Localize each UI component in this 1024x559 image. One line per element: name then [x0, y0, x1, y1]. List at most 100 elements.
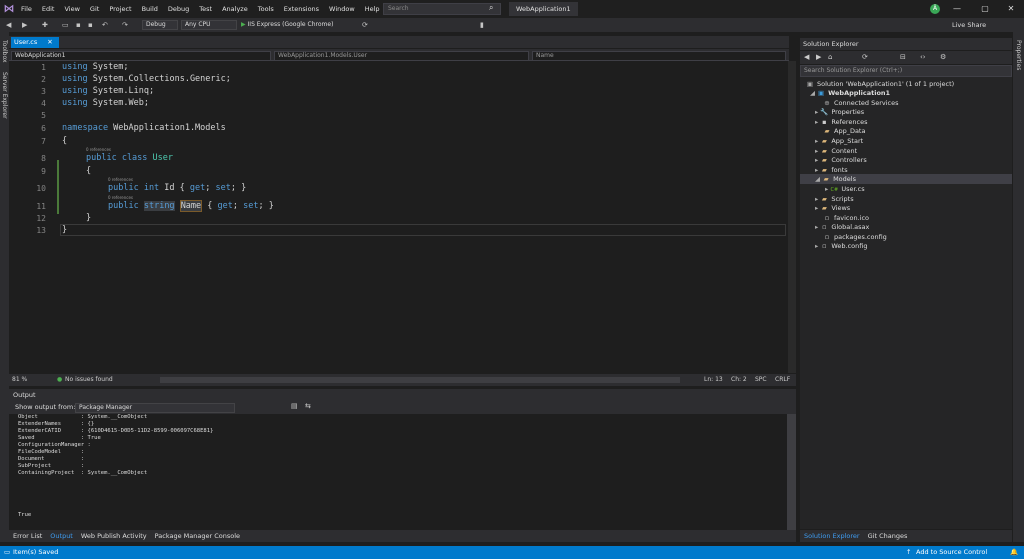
tab-output[interactable]: Output	[46, 530, 77, 542]
menu-edit[interactable]: Edit	[37, 0, 60, 18]
output-text[interactable]: Object : System.__ComObject ExtenderName…	[9, 414, 787, 530]
config-select[interactable]: Debug	[142, 20, 178, 30]
menu-tools[interactable]: Tools	[253, 0, 279, 18]
tree-item-controllers[interactable]: ▸ ▰ Controllers	[815, 155, 867, 165]
tree-item-global-asax[interactable]: ▸ ▫ Global.asax	[815, 222, 869, 232]
code-line: using System;	[62, 62, 129, 72]
right-tool-tabs: Properties	[1013, 32, 1024, 542]
add-to-source-control-button[interactable]: Add to Source Control	[916, 546, 987, 559]
show-output-label: Show output from:	[15, 403, 76, 411]
output-scrollbar[interactable]	[787, 414, 796, 530]
home-icon[interactable]: ⌂	[828, 53, 832, 61]
solution-explorer-search-input[interactable]: Search Solution Explorer (Ctrl+;)	[800, 65, 1012, 77]
notifications-icon[interactable]: 🔔	[1010, 546, 1018, 559]
source-control-arrow-icon: ↑	[906, 548, 912, 556]
editor-horizontal-scrollbar[interactable]	[160, 377, 680, 383]
change-indicator	[57, 160, 59, 214]
save-icon[interactable]: ▪	[76, 20, 81, 30]
code-view-icon[interactable]: ‹›	[920, 53, 926, 61]
output-toolbar: Show output from: Package Manager ▤ ⇆	[9, 401, 796, 414]
codelens-references[interactable]: 0 references	[108, 177, 133, 182]
tab-git-changes[interactable]: Git Changes	[864, 530, 912, 542]
bookmark-icon[interactable]: ▮	[480, 20, 484, 30]
menu-git[interactable]: Git	[85, 0, 104, 18]
new-project-icon[interactable]: ✚	[42, 20, 48, 30]
save-all-icon[interactable]: ▪	[88, 20, 93, 30]
menu-file[interactable]: File	[16, 0, 37, 18]
code-line: public string Name { get; set; }	[108, 200, 274, 212]
word-wrap-icon[interactable]: ⇆	[305, 402, 311, 410]
spacing-indicator[interactable]: SPC	[755, 374, 767, 386]
tree-item-project[interactable]: ◢ ▣ WebApplication1	[810, 88, 890, 98]
tab-web-publish-activity[interactable]: Web Publish Activity	[77, 530, 151, 542]
code-line: using System.Web;	[62, 98, 150, 108]
properties-tab[interactable]: Properties	[1015, 40, 1022, 70]
clear-output-icon[interactable]: ▤	[291, 402, 298, 410]
maximize-icon[interactable]: ▢	[972, 0, 998, 18]
tab-user-cs[interactable]: User.cs ✕	[11, 37, 59, 48]
search-input[interactable]: Search	[383, 3, 501, 15]
tab-solution-explorer[interactable]: Solution Explorer	[800, 530, 864, 542]
code-line: public int Id { get; set; }	[108, 183, 247, 193]
menu-test[interactable]: Test	[194, 0, 217, 18]
tree-item-app-start[interactable]: ▸ ▰ App_Start	[815, 136, 863, 146]
folder-icon: ▰	[821, 156, 827, 164]
back-icon[interactable]: ◀	[804, 53, 809, 61]
tree-item-web-config[interactable]: ▸ ▫ Web.config	[815, 241, 867, 251]
line-number: 1	[41, 63, 46, 72]
menu-window[interactable]: Window	[324, 0, 360, 18]
tab-package-manager-console[interactable]: Package Manager Console	[151, 530, 244, 542]
code-line: }	[86, 213, 92, 223]
member-nav-select[interactable]: Name	[532, 51, 786, 61]
output-source-select[interactable]: Package Manager	[75, 403, 235, 413]
tree-item-models[interactable]: ◢ ▰ Models	[800, 174, 1012, 184]
editor-vertical-scrollbar[interactable]	[788, 61, 796, 373]
class-nav-select[interactable]: WebApplication1.Models.User	[274, 51, 529, 61]
menu-project[interactable]: Project	[104, 0, 136, 18]
tree-item-views[interactable]: ▸ ▰ Views	[815, 203, 850, 213]
refresh-icon[interactable]: ⟳	[362, 20, 368, 30]
run-button[interactable]: ▶ IIS Express (Google Chrome)	[241, 20, 333, 30]
toolbox-tab[interactable]: Toolbox	[1, 40, 8, 63]
refresh-icon[interactable]: ⟳	[862, 53, 868, 61]
output-title: Output	[13, 391, 36, 399]
minimize-icon[interactable]: —	[944, 0, 970, 18]
zoom-level[interactable]: 81 %	[12, 374, 27, 386]
menu-view[interactable]: View	[59, 0, 84, 18]
tab-error-list[interactable]: Error List	[9, 530, 46, 542]
no-issues-icon: ●	[57, 376, 63, 383]
menu-analyze[interactable]: Analyze	[217, 0, 253, 18]
code-line: using System.Collections.Generic;	[62, 74, 231, 84]
file-icon: ▫	[822, 223, 827, 231]
close-icon[interactable]: ✕	[998, 0, 1024, 18]
codelens-references[interactable]: 0 references	[108, 195, 133, 200]
issues-status[interactable]: No issues found	[65, 374, 113, 386]
left-tool-tabs: Toolbox Server Explorer	[0, 32, 9, 542]
platform-select[interactable]: Any CPU	[181, 20, 237, 30]
back-icon[interactable]: ◀	[6, 20, 11, 30]
menu-debug[interactable]: Debug	[163, 0, 194, 18]
project-nav-select[interactable]: WebApplication1	[11, 51, 271, 61]
close-tab-icon[interactable]: ✕	[47, 38, 52, 46]
live-share-button[interactable]: Live Share	[952, 18, 986, 32]
forward-icon[interactable]: ▶	[816, 53, 821, 61]
search-icon[interactable]: ⌕	[489, 3, 493, 13]
collapse-all-icon[interactable]: ⊟	[900, 53, 906, 61]
line-number: 2	[41, 75, 46, 84]
menu-help[interactable]: Help	[360, 0, 385, 18]
line-ending-indicator[interactable]: CRLF	[775, 374, 790, 386]
open-icon[interactable]: ▭	[62, 20, 69, 30]
server-explorer-tab[interactable]: Server Explorer	[1, 72, 8, 119]
codelens-references[interactable]: 0 references	[86, 147, 111, 152]
avatar[interactable]: Ä	[930, 4, 940, 14]
undo-icon[interactable]: ↶	[102, 20, 108, 30]
menu-build[interactable]: Build	[137, 0, 163, 18]
forward-icon[interactable]: ▶	[22, 20, 27, 30]
tree-item-app-data[interactable]: ▰ App_Data	[823, 126, 866, 136]
settings-icon[interactable]: ⚙	[940, 53, 946, 61]
menu-extensions[interactable]: Extensions	[279, 0, 324, 18]
tree-item-properties[interactable]: ▸ 🔧 Properties	[815, 107, 864, 117]
folder-icon: ▰	[821, 137, 827, 145]
redo-icon[interactable]: ↷	[122, 20, 128, 30]
folder-icon: ▰	[823, 175, 829, 183]
